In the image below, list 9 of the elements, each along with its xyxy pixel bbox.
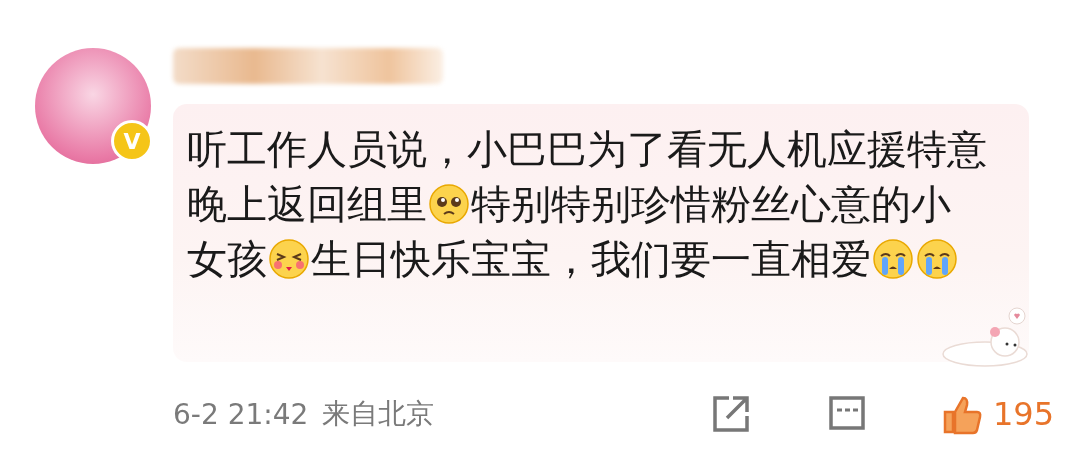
like-count: 195 (992, 395, 1054, 433)
comment-time: 6-2 21:42 (173, 397, 309, 431)
crying-face-icon (872, 238, 914, 280)
comment-text: 听工作人员说，小巴巴为了看无人机应援特意晚上返回组里 特别特别珍惜粉丝心意的小女孩 生日快乐宝宝，我们要一直相爱 (187, 125, 987, 284)
pleading-face-icon (428, 183, 470, 225)
crying-face-icon (916, 238, 958, 280)
comment-location: 来自北京 (322, 396, 435, 432)
verified-badge: V (111, 120, 153, 162)
kissing-face-icon (268, 238, 310, 280)
